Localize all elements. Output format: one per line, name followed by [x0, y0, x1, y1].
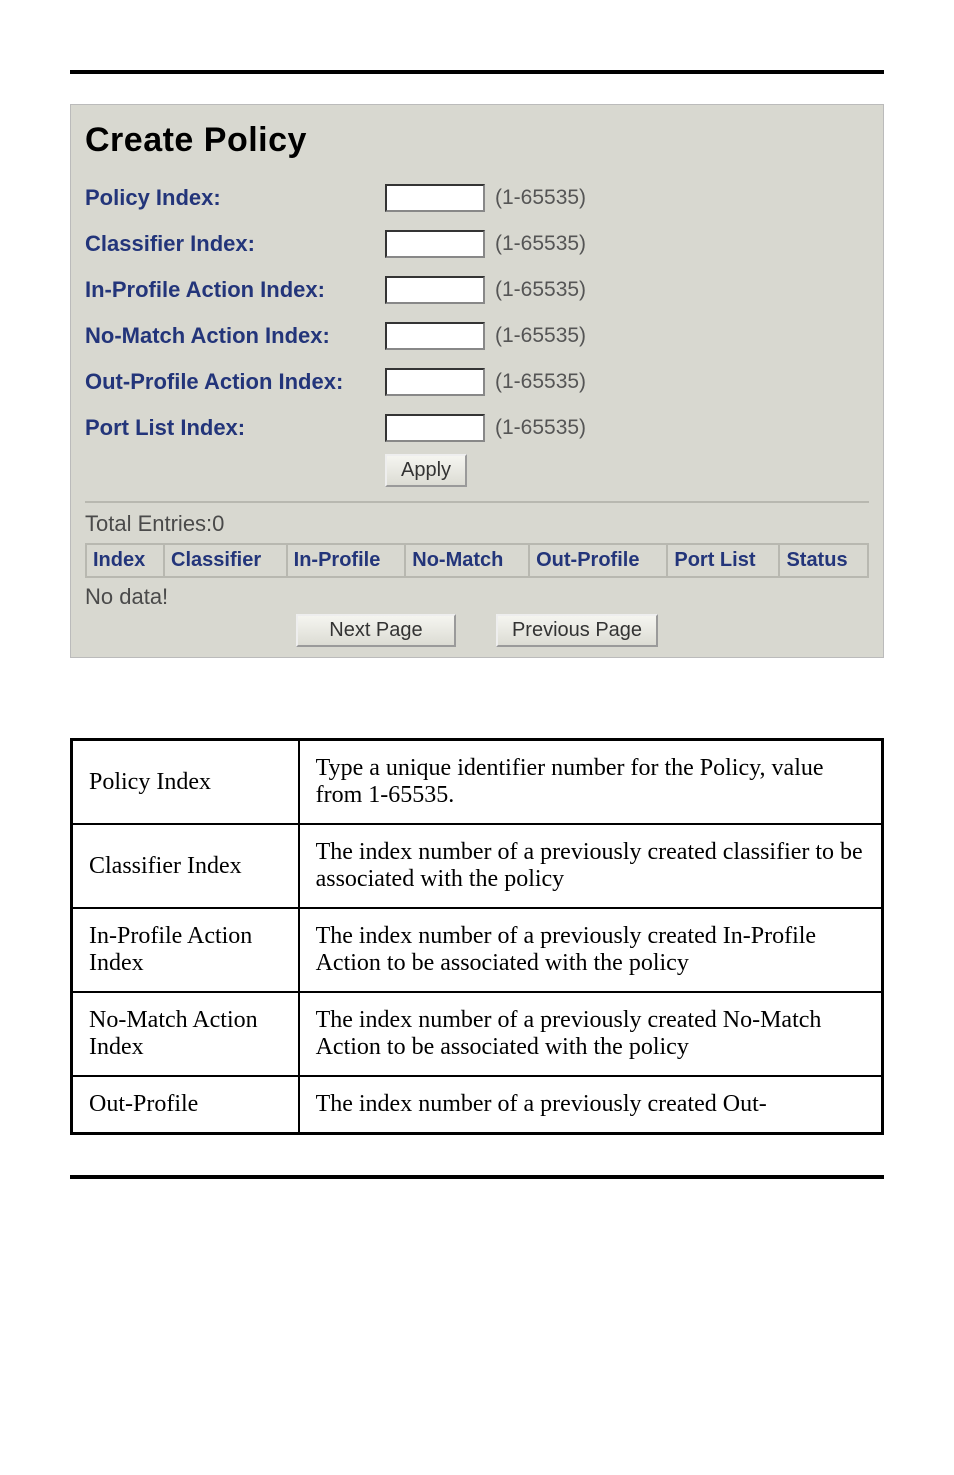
th-out-profile: Out-Profile [529, 544, 667, 577]
table-row: No-Match Action IndexThe index number of… [72, 992, 883, 1076]
desc-term: Policy Index [72, 740, 299, 825]
total-entries-label: Total Entries:0 [85, 511, 869, 537]
form-row: Port List Index: (1-65535) [85, 408, 869, 448]
index-input[interactable] [385, 276, 485, 304]
desc-term: Classifier Index [72, 824, 299, 908]
table-row: Policy IndexType a unique identifier num… [72, 740, 883, 825]
th-no-match: No-Match [405, 544, 529, 577]
create-policy-panel: Create Policy Policy Index:(1-65535)Clas… [70, 104, 884, 658]
desc-definition: The index number of a previously created… [299, 1076, 883, 1134]
page-title: Create Policy [85, 121, 869, 160]
index-input[interactable] [385, 230, 485, 258]
desc-definition: The index number of a previously created… [299, 908, 883, 992]
range-hint: (1-65535) [495, 232, 586, 256]
form-label: In-Profile Action Index: [85, 277, 385, 303]
th-in-profile: In-Profile [287, 544, 406, 577]
form-row: Policy Index: (1-65535) [85, 178, 869, 218]
range-hint: (1-65535) [495, 324, 586, 348]
description-table: Policy IndexType a unique identifier num… [70, 738, 884, 1135]
th-index: Index [86, 544, 164, 577]
desc-term: In-Profile Action Index [72, 908, 299, 992]
th-port-list: Port List [667, 544, 779, 577]
previous-page-button[interactable]: Previous Page [496, 614, 658, 647]
index-input[interactable] [385, 368, 485, 396]
form-row: Classifier Index: (1-65535) [85, 224, 869, 264]
index-input[interactable] [385, 414, 485, 442]
th-classifier: Classifier [164, 544, 287, 577]
range-hint: (1-65535) [495, 416, 586, 440]
index-input[interactable] [385, 184, 485, 212]
table-row: Out-ProfileThe index number of a previou… [72, 1076, 883, 1134]
th-status: Status [779, 544, 868, 577]
divider [85, 501, 869, 503]
desc-definition: Type a unique identifier number for the … [299, 740, 883, 825]
index-input[interactable] [385, 322, 485, 350]
form-row: In-Profile Action Index: (1-65535) [85, 270, 869, 310]
next-page-button[interactable]: Next Page [296, 614, 456, 647]
apply-button[interactable]: Apply [385, 454, 467, 487]
desc-definition: The index number of a previously created… [299, 992, 883, 1076]
pager: Next Page Previous Page [85, 614, 869, 647]
form-label: Policy Index: [85, 185, 385, 211]
form-row: No-Match Action Index: (1-65535) [85, 316, 869, 356]
desc-term: Out-Profile [72, 1076, 299, 1134]
form-label: Out-Profile Action Index: [85, 369, 385, 395]
form-label: Port List Index: [85, 415, 385, 441]
entries-table: Index Classifier In-Profile No-Match Out… [85, 543, 869, 578]
table-row: Classifier IndexThe index number of a pr… [72, 824, 883, 908]
table-row: In-Profile Action IndexThe index number … [72, 908, 883, 992]
range-hint: (1-65535) [495, 370, 586, 394]
top-rule [70, 70, 884, 74]
range-hint: (1-65535) [495, 186, 586, 210]
no-data-label: No data! [85, 584, 869, 610]
form-label: Classifier Index: [85, 231, 385, 257]
bottom-rule [70, 1175, 884, 1179]
desc-definition: The index number of a previously created… [299, 824, 883, 908]
desc-term: No-Match Action Index [72, 992, 299, 1076]
range-hint: (1-65535) [495, 278, 586, 302]
form-label: No-Match Action Index: [85, 323, 385, 349]
form-row: Out-Profile Action Index: (1-65535) [85, 362, 869, 402]
